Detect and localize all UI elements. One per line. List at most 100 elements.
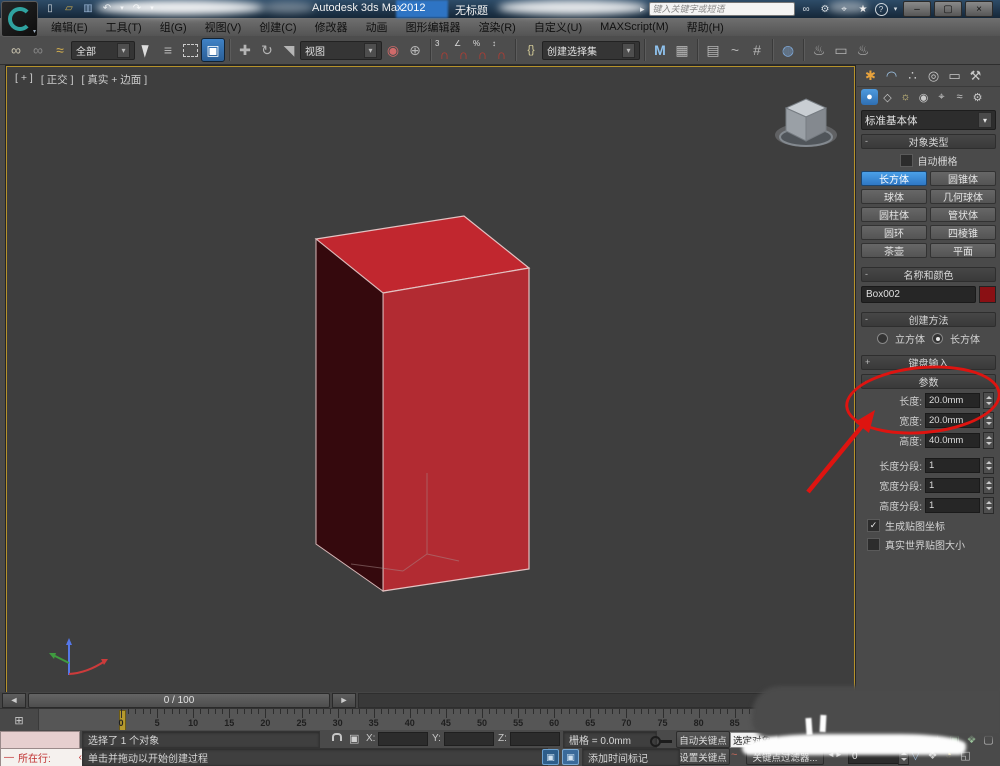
menu-graph-editors[interactable]: 图形编辑器	[397, 18, 470, 36]
subtab-cameras-icon[interactable]: ◉	[915, 89, 932, 105]
next-frame-button[interactable]: ►	[332, 693, 356, 708]
button-box[interactable]: 长方体	[861, 171, 927, 186]
tab-display-icon[interactable]: ▭	[945, 67, 964, 85]
generate-mapping-checkbox[interactable]: ✓	[867, 519, 880, 532]
select-by-name-icon[interactable]: ≡	[157, 39, 179, 61]
button-torus[interactable]: 圆环	[861, 225, 927, 240]
button-cylinder[interactable]: 圆柱体	[861, 207, 927, 222]
unlink-selection-icon[interactable]: ∞	[27, 39, 49, 61]
macro-recorder-field[interactable]	[0, 731, 80, 749]
help-dropdown-icon[interactable]: ▾	[892, 3, 900, 16]
tab-create-icon[interactable]: ✱	[861, 67, 880, 85]
subtab-geometry-icon[interactable]: ●	[861, 89, 878, 105]
add-time-tag[interactable]: 添加时间标记	[582, 748, 680, 766]
menu-tools[interactable]: 工具(T)	[97, 18, 151, 36]
width-segs-spinner[interactable]	[983, 477, 994, 494]
tab-motion-icon[interactable]: ◎	[924, 67, 943, 85]
rollout-name-color[interactable]: -名称和颜色	[861, 267, 996, 282]
object-name-field[interactable]: Box002	[861, 286, 976, 303]
z-coord-field[interactable]	[510, 732, 560, 746]
menu-rendering[interactable]: 渲染(R)	[470, 18, 525, 36]
auto-key-button[interactable]: 自动关键点	[676, 731, 730, 748]
select-object-icon[interactable]	[135, 39, 157, 61]
menu-maxscript[interactable]: MAXScript(M)	[591, 18, 677, 36]
autogrid-checkbox[interactable]	[900, 154, 913, 167]
subtab-systems-icon[interactable]: ⚙	[969, 89, 986, 105]
selection-lock-icon[interactable]	[330, 733, 344, 746]
menu-edit[interactable]: 编辑(E)	[42, 18, 97, 36]
new-file-icon[interactable]: ▯	[42, 1, 58, 15]
align-icon[interactable]: ▦	[671, 39, 693, 61]
previous-frame-button[interactable]: ◄	[2, 693, 26, 708]
menu-modifiers[interactable]: 修改器	[306, 18, 357, 36]
mirror-icon[interactable]: M	[649, 39, 671, 61]
menu-customize[interactable]: 自定义(U)	[525, 18, 591, 36]
box-front-face[interactable]	[383, 268, 529, 591]
menu-create[interactable]: 创建(C)	[250, 18, 305, 36]
app-logo[interactable]: ▾	[1, 1, 38, 37]
render-production-icon[interactable]: ♨	[852, 39, 874, 61]
select-and-rotate-icon[interactable]: ↻	[256, 39, 278, 61]
selection-filter-dropdown[interactable]: 全部▾	[71, 41, 135, 60]
close-button[interactable]: ×	[965, 1, 993, 17]
rollout-creation-method[interactable]: -创建方法	[861, 312, 996, 327]
y-coord-field[interactable]	[444, 732, 494, 746]
maximize-button[interactable]: ▢	[934, 1, 962, 17]
trackbar-ruler[interactable]: 051015202530354045505560657075808590	[38, 709, 856, 731]
percent-snap-icon[interactable]: %∩	[473, 39, 492, 61]
reference-coordinate-dropdown[interactable]: 视图▾	[300, 41, 382, 60]
menu-group[interactable]: 组(G)	[151, 18, 196, 36]
angle-snap-icon[interactable]: ∠∩	[454, 39, 473, 61]
search-input[interactable]: 键入关键字或短语	[649, 2, 795, 16]
radio-box[interactable]	[932, 333, 943, 344]
x-coord-field[interactable]	[378, 732, 428, 746]
subtab-helpers-icon[interactable]: ⌖	[933, 89, 950, 105]
select-and-link-icon[interactable]: ∞	[5, 39, 27, 61]
object-color-swatch[interactable]	[979, 286, 996, 303]
realworld-map-checkbox[interactable]	[867, 538, 880, 551]
curve-editor-icon[interactable]: ~	[724, 39, 746, 61]
maxscript-mini-listener[interactable]: — 所在行: ‹	[0, 748, 86, 766]
rendered-frame-window-icon[interactable]: ▭	[830, 39, 852, 61]
button-teapot[interactable]: 茶壶	[861, 243, 927, 258]
tab-hierarchy-icon[interactable]: ∴	[903, 67, 922, 85]
help-icon[interactable]: ?	[875, 3, 888, 16]
named-selection-sets-dropdown[interactable]: 创建选择集▾	[542, 41, 640, 60]
button-tube[interactable]: 管状体	[930, 207, 996, 222]
subtab-lights-icon[interactable]: ☼	[897, 89, 914, 105]
primitive-category-dropdown[interactable]: 标准基本体▾	[861, 110, 996, 130]
radio-cube[interactable]	[877, 333, 888, 344]
subtab-shapes-icon[interactable]: ◇	[879, 89, 896, 105]
button-pyramid[interactable]: 四棱锥	[930, 225, 996, 240]
height-field[interactable]: 40.0mm	[925, 433, 980, 448]
button-geosphere[interactable]: 几何球体	[930, 189, 996, 204]
selection-region-icon[interactable]	[179, 39, 201, 61]
save-file-icon[interactable]: ▥	[80, 1, 96, 15]
render-setup-icon[interactable]: ♨	[808, 39, 830, 61]
select-and-manipulate-icon[interactable]: ⊕	[404, 39, 426, 61]
tab-modify-icon[interactable]: ◠	[882, 67, 901, 85]
subtab-spacewarps-icon[interactable]: ≈	[951, 89, 968, 105]
length-segs-field[interactable]: 1	[925, 458, 980, 473]
length-segs-spinner[interactable]	[983, 457, 994, 474]
layer-manager-icon[interactable]: ▤	[702, 39, 724, 61]
button-plane[interactable]: 平面	[930, 243, 996, 258]
box-side-face[interactable]	[316, 239, 383, 591]
time-tag-icon[interactable]: ▣	[562, 749, 579, 765]
set-key-button[interactable]: 设置关键点	[676, 748, 730, 765]
scene-canvas[interactable]	[7, 67, 854, 693]
select-and-scale-icon[interactable]: ◥	[278, 39, 300, 61]
absolute-mode-icon[interactable]: ▣	[349, 732, 359, 745]
menu-views[interactable]: 视图(V)	[196, 18, 251, 36]
height-segs-spinner[interactable]	[983, 497, 994, 514]
open-file-icon[interactable]: ▱	[61, 1, 77, 15]
height-segs-field[interactable]: 1	[925, 498, 980, 513]
menu-animation[interactable]: 动画	[357, 18, 397, 36]
viewcube[interactable]	[764, 89, 848, 157]
select-and-move-icon[interactable]: ✚	[234, 39, 256, 61]
button-cone[interactable]: 圆锥体	[930, 171, 996, 186]
menu-help[interactable]: 帮助(H)	[678, 18, 733, 36]
box-object[interactable]	[316, 216, 529, 591]
window-crossing-toggle-icon[interactable]: ▣	[201, 38, 225, 62]
bind-to-space-warp-icon[interactable]: ≈	[49, 39, 71, 61]
